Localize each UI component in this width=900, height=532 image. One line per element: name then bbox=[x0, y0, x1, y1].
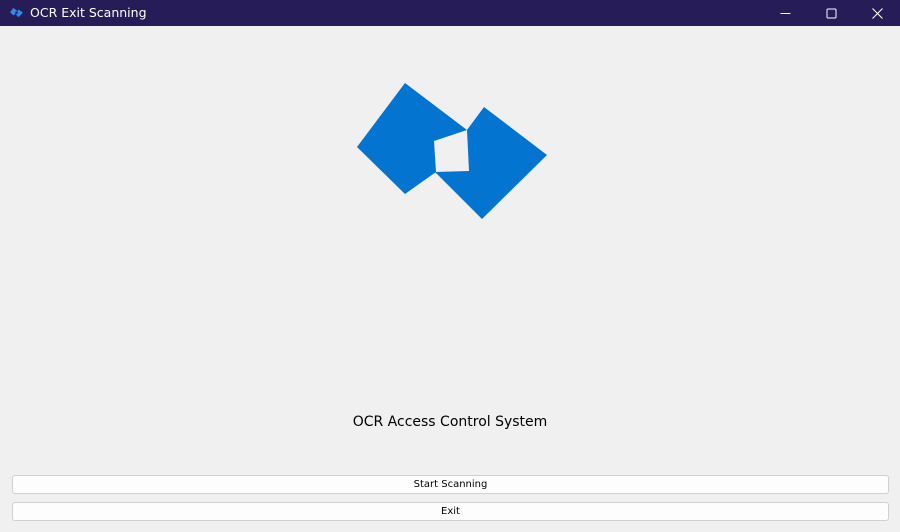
minimize-button[interactable] bbox=[762, 0, 808, 26]
blue-diamond-logo bbox=[357, 83, 547, 219]
app-logo-icon bbox=[10, 7, 23, 18]
exit-button[interactable]: Exit bbox=[12, 502, 889, 521]
window-title: OCR Exit Scanning bbox=[30, 5, 147, 20]
close-icon bbox=[871, 7, 883, 19]
app-window: OCR Exit Scanning OCR Access Control Sys… bbox=[0, 0, 900, 532]
maximize-icon bbox=[826, 8, 836, 18]
start-scanning-button[interactable]: Start Scanning bbox=[12, 475, 889, 494]
maximize-button[interactable] bbox=[808, 0, 854, 26]
title-bar[interactable]: OCR Exit Scanning bbox=[0, 0, 900, 26]
main-content: OCR Access Control System Start Scanning… bbox=[2, 26, 898, 530]
close-button[interactable] bbox=[854, 0, 900, 26]
minimize-icon bbox=[780, 12, 790, 14]
app-heading: OCR Access Control System bbox=[352, 414, 548, 430]
